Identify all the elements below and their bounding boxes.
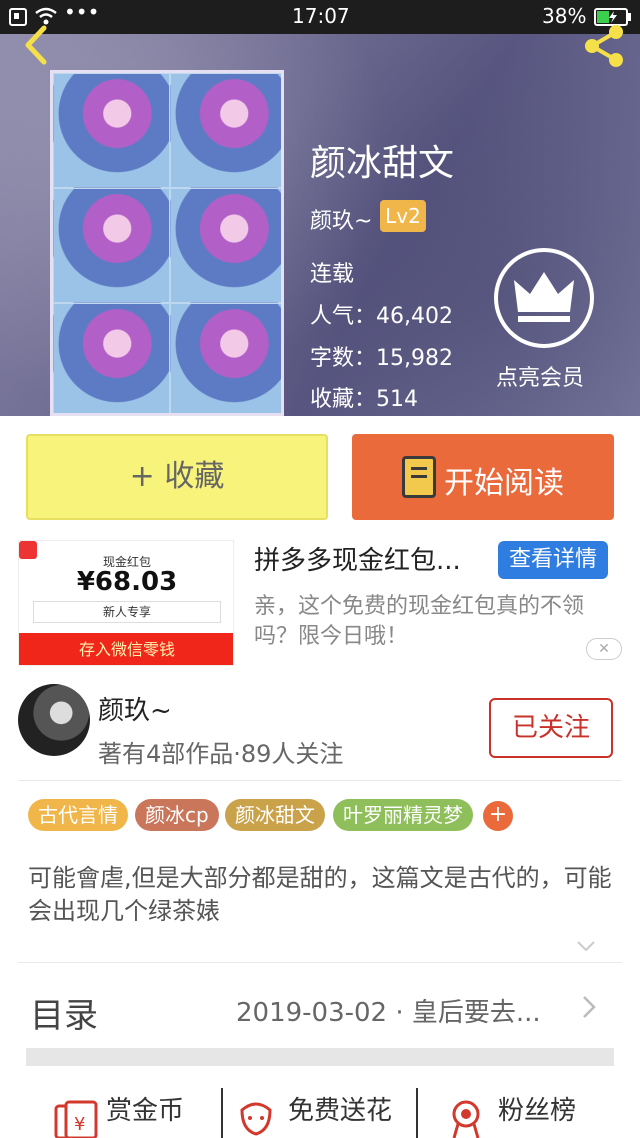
- ad-title[interactable]: 拼多多现金红包...: [254, 540, 461, 577]
- tag-item[interactable]: 古代言情: [28, 799, 128, 831]
- start-reading-button[interactable]: 开始阅读: [352, 434, 614, 520]
- ad-close-icon[interactable]: ✕: [586, 638, 622, 660]
- divider: [18, 780, 622, 781]
- status-time: 17:07: [292, 4, 350, 28]
- author-meta: 著有4部作品·89人关注: [98, 740, 344, 768]
- vip-label[interactable]: 点亮会员: [496, 360, 584, 392]
- coin-reward-icon[interactable]: ¥: [52, 1100, 100, 1138]
- favorite-button[interactable]: + 收藏: [26, 434, 328, 520]
- crown-icon: [514, 272, 574, 322]
- ad-newbie: 新人专享: [33, 601, 221, 623]
- book-title: 颜冰甜文: [310, 143, 455, 184]
- tag-item[interactable]: 颜冰甜文: [225, 799, 325, 831]
- book-status: 连载: [310, 262, 355, 287]
- ad-image[interactable]: 现金红包 ¥68.03 新人专享 存入微信零钱: [18, 540, 234, 666]
- flower-icon[interactable]: [236, 1100, 276, 1138]
- section-separator: [26, 1048, 614, 1066]
- book-favorites: 收藏：514: [310, 387, 418, 412]
- add-tag-button[interactable]: +: [483, 801, 513, 831]
- chevron-down-icon[interactable]: [576, 936, 596, 956]
- toc-label[interactable]: 目录: [30, 988, 98, 1037]
- book-description: 可能會虐,但是大部分都是甜的，这篇文是古代的，可能会出现几个绿茶婊: [28, 864, 612, 925]
- share-icon[interactable]: [580, 22, 628, 70]
- fan-rank-button[interactable]: 粉丝榜: [498, 1090, 576, 1127]
- start-reading-label: 开始阅读: [444, 466, 564, 501]
- book-icon: [402, 456, 436, 498]
- ad-details-button[interactable]: 查看详情: [498, 541, 608, 579]
- tag-item[interactable]: 颜冰cp: [135, 799, 219, 831]
- book-cover: [50, 70, 284, 416]
- divider: [221, 1088, 223, 1138]
- svg-text:¥: ¥: [74, 1114, 85, 1135]
- more-dots-icon: •••: [64, 0, 100, 24]
- book-word-count: 字数：15,982: [310, 346, 453, 371]
- divider: [416, 1088, 418, 1138]
- back-icon[interactable]: [18, 22, 52, 68]
- status-bar: ••• 17:07 38%: [0, 0, 640, 34]
- medal-icon[interactable]: [444, 1100, 488, 1138]
- follow-button[interactable]: 已关注: [489, 698, 613, 758]
- ad-amount: ¥68.03: [76, 567, 178, 597]
- author-name[interactable]: 颜玖~: [98, 690, 172, 727]
- tag-item[interactable]: 叶罗丽精灵梦: [333, 799, 473, 831]
- ad-description[interactable]: 亲，这个免费的现金红包真的不领吗？限今日哦！: [254, 592, 620, 652]
- reward-coin-button[interactable]: 赏金币: [106, 1090, 184, 1127]
- ad-deposit: 存入微信零钱: [19, 633, 233, 665]
- vip-button[interactable]: [494, 248, 594, 348]
- toc-latest-chapter[interactable]: 2019-03-02 · 皇后要去...: [236, 992, 541, 1029]
- send-flower-button[interactable]: 免费送花: [288, 1090, 392, 1127]
- book-author[interactable]: 颜玖~: [310, 203, 372, 235]
- divider: [18, 962, 622, 963]
- book-popularity: 人气：46,402: [310, 304, 453, 329]
- chevron-right-icon[interactable]: [580, 994, 598, 1020]
- author-level-badge: Lv2: [380, 200, 426, 232]
- author-avatar[interactable]: [18, 684, 90, 756]
